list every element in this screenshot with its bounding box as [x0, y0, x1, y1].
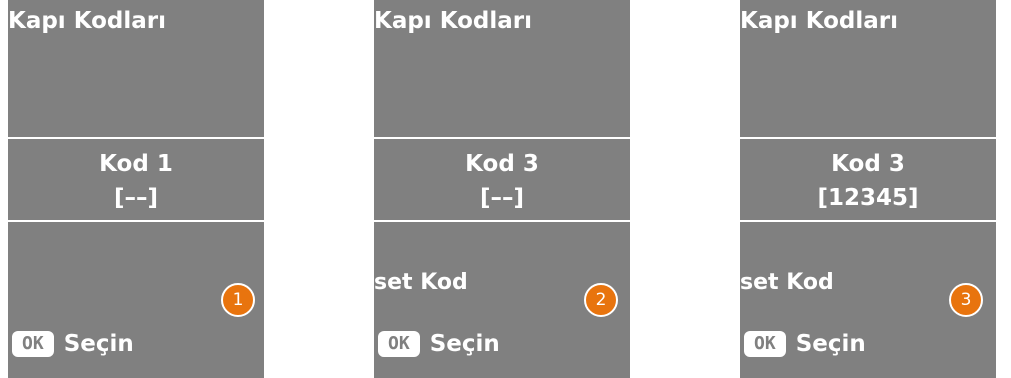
softkey-footer: OK Seçin — [378, 329, 500, 359]
select-label: Seçin — [429, 331, 500, 357]
step-number-badge: 1 — [221, 283, 255, 317]
step-number-badge: 3 — [949, 283, 983, 317]
code-value: [––] — [113, 185, 159, 211]
divider-bottom — [8, 220, 264, 222]
screen-title: Kapı Kodları — [740, 8, 899, 34]
ok-key-icon[interactable]: OK — [744, 331, 786, 357]
select-label: Seçin — [63, 331, 134, 357]
divider-bottom — [740, 220, 996, 222]
divider-top — [374, 137, 630, 139]
code-display: Kod 3 [12345] — [740, 147, 996, 215]
softkey-footer: OK Seçin — [12, 329, 134, 359]
code-display: Kod 1 [––] — [8, 147, 264, 215]
ok-key-icon[interactable]: OK — [378, 331, 420, 357]
screen-title: Kapı Kodları — [8, 8, 167, 34]
divider-top — [8, 137, 264, 139]
code-name: Kod 1 — [99, 151, 173, 177]
step-number-badge: 2 — [584, 283, 618, 317]
select-label: Seçin — [795, 331, 866, 357]
divider-bottom — [374, 220, 630, 222]
screen-title: Kapı Kodları — [374, 8, 533, 34]
softkey-footer: OK Seçin — [744, 329, 866, 359]
set-code-label: set Kod — [374, 270, 468, 295]
code-value: [––] — [479, 185, 525, 211]
set-code-label: set Kod — [740, 270, 834, 295]
divider-top — [740, 137, 996, 139]
ok-key-icon[interactable]: OK — [12, 331, 54, 357]
code-display: Kod 3 [––] — [374, 147, 630, 215]
code-name: Kod 3 — [831, 151, 905, 177]
code-name: Kod 3 — [465, 151, 539, 177]
code-value: [12345] — [817, 185, 919, 211]
device-screen-step-2: Kapı Kodları Kod 3 [––] set Kod 2 OK Seç… — [374, 0, 630, 378]
device-screen-step-1: Kapı Kodları Kod 1 [––] 1 OK Seçin — [8, 0, 264, 378]
device-screen-step-3: Kapı Kodları Kod 3 [12345] set Kod 3 OK … — [740, 0, 996, 378]
